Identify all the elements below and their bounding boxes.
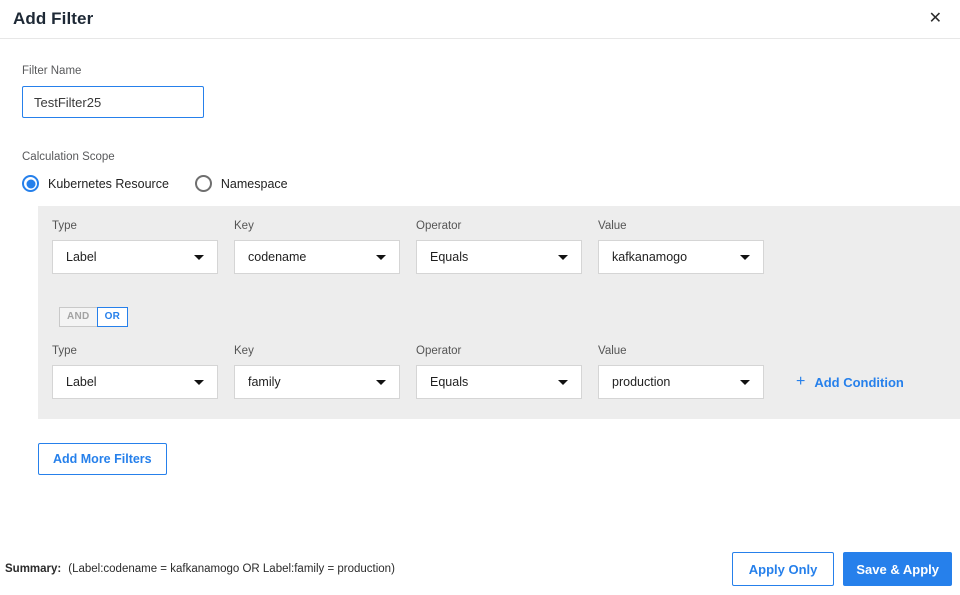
operator-label: Operator: [416, 220, 462, 232]
radio-kubernetes-resource-label: Kubernetes Resource: [48, 176, 169, 191]
condition-row: Type Label Key codename Operator Equals …: [52, 220, 954, 274]
add-condition-label: Add Condition: [814, 374, 904, 390]
add-more-filters-button[interactable]: Add More Filters: [38, 443, 167, 475]
radio-namespace[interactable]: Namespace: [194, 175, 288, 192]
key-label: Key: [234, 345, 254, 357]
close-icon[interactable]: ✕: [927, 9, 944, 29]
dialog-header: Add Filter ✕: [0, 0, 960, 39]
type-dropdown-value: Label: [66, 375, 97, 389]
or-toggle-button[interactable]: OR: [96, 307, 129, 327]
type-dropdown[interactable]: Label: [52, 240, 218, 274]
radio-namespace-label: Namespace: [220, 176, 288, 191]
key-dropdown[interactable]: codename: [234, 240, 400, 274]
calculation-scope-label: Calculation Scope: [22, 151, 115, 163]
add-filter-dialog: Add Filter ✕ Filter Name Calculation Sco…: [0, 0, 960, 595]
chevron-down-icon: [740, 379, 750, 385]
radio-selected-icon[interactable]: [22, 175, 39, 192]
value-dropdown[interactable]: kafkanamogo: [598, 240, 764, 274]
conditions-panel: Type Label Key codename Operator Equals …: [38, 206, 960, 419]
add-condition-button[interactable]: + Add Condition: [796, 365, 904, 399]
type-dropdown-value: Label: [66, 250, 97, 264]
filter-name-label: Filter Name: [22, 65, 82, 77]
save-and-apply-button[interactable]: Save & Apply: [843, 552, 952, 586]
key-dropdown[interactable]: family: [234, 365, 400, 399]
chevron-down-icon: [194, 254, 204, 260]
operator-dropdown-value: Equals: [430, 250, 469, 264]
key-label: Key: [234, 220, 254, 232]
chevron-down-icon: [558, 254, 568, 260]
chevron-down-icon: [558, 379, 568, 385]
filter-name-input[interactable]: [22, 86, 204, 118]
plus-icon: +: [796, 373, 806, 390]
condition-row: Type Label Key family Operator Equals Va…: [52, 345, 954, 399]
dialog-footer: Summary: (Label:codename = kafkanamogo O…: [0, 552, 960, 586]
radio-unselected-icon[interactable]: [194, 175, 212, 192]
value-label: Value: [598, 345, 627, 357]
key-dropdown-value: codename: [248, 250, 307, 264]
value-dropdown[interactable]: production: [598, 365, 764, 399]
operator-label: Operator: [416, 345, 462, 357]
type-label: Type: [52, 220, 77, 232]
chevron-down-icon: [376, 379, 386, 385]
and-toggle-button[interactable]: AND: [59, 307, 97, 327]
value-label: Value: [598, 220, 627, 232]
chevron-down-icon: [376, 254, 386, 260]
value-dropdown-value: production: [612, 375, 671, 389]
radio-kubernetes-resource[interactable]: Kubernetes Resource: [22, 175, 169, 192]
operator-dropdown-value: Equals: [430, 375, 469, 389]
summary-text: (Label:codename = kafkanamogo OR Label:f…: [68, 563, 395, 575]
dialog-content: Filter Name Calculation Scope Kubernetes…: [0, 65, 960, 475]
calculation-scope-options: Kubernetes Resource Namespace: [22, 175, 960, 192]
key-dropdown-value: family: [248, 375, 281, 389]
chevron-down-icon: [740, 254, 750, 260]
chevron-down-icon: [194, 379, 204, 385]
type-label: Type: [52, 345, 77, 357]
operator-dropdown[interactable]: Equals: [416, 240, 582, 274]
summary-label: Summary:: [5, 563, 62, 575]
value-dropdown-value: kafkanamogo: [612, 250, 688, 264]
page-title: Add Filter: [13, 9, 94, 28]
operator-dropdown[interactable]: Equals: [416, 365, 582, 399]
apply-only-button[interactable]: Apply Only: [731, 552, 835, 586]
summary: Summary: (Label:codename = kafkanamogo O…: [5, 563, 395, 575]
logic-toggle: AND OR: [59, 307, 129, 327]
type-dropdown[interactable]: Label: [52, 365, 218, 399]
